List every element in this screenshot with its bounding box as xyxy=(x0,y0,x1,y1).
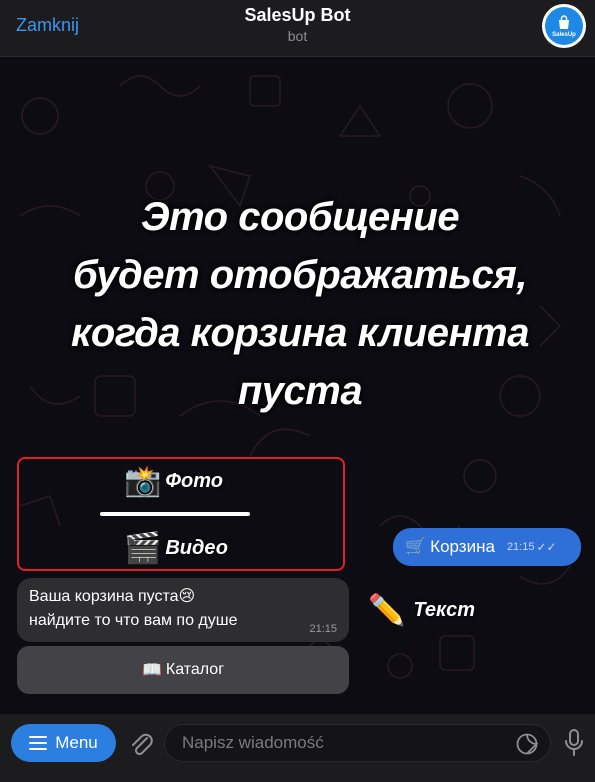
shopping-bag-icon xyxy=(559,14,569,29)
camera-flash-icon: 📸 xyxy=(124,464,162,498)
clapperboard-icon: 🎬 xyxy=(124,531,162,565)
message-time: 21:15 xyxy=(506,541,535,553)
caption-line: будет отображаться, xyxy=(73,253,527,297)
annotation-photo-label: Фото xyxy=(165,469,223,492)
avatar-logo-text: SalesUp xyxy=(552,31,576,38)
chat-header: Zamknij SalesUp Bot bot SalesUp xyxy=(0,0,595,57)
catalog-button-label: Каталог xyxy=(165,661,225,678)
paperclip-icon[interactable] xyxy=(128,728,154,758)
avatar[interactable]: SalesUp xyxy=(542,4,586,48)
catalog-button[interactable]: 📖 Каталог xyxy=(17,646,349,694)
annotation-video: 🎬 Видео xyxy=(124,528,228,568)
annotation-caption: Это сообщение будет отображаться, когда … xyxy=(60,188,540,420)
input-bar: Menu xyxy=(0,714,595,782)
message-text: найдите то что вам по душе xyxy=(29,612,238,629)
chat-title: SalesUp Bot xyxy=(244,5,351,25)
annotation-video-label: Видео xyxy=(165,536,228,559)
annotation-text: ✏️ Текст xyxy=(368,592,475,628)
avatar-logo: SalesUp xyxy=(545,7,583,45)
crying-face-icon: 😢 xyxy=(178,588,196,605)
annotation-text-label: Текст xyxy=(413,598,475,621)
chat-subtitle: bot xyxy=(287,28,308,44)
chat-title-block[interactable]: SalesUp Bot bot xyxy=(0,5,595,44)
message-line: Ваша корзина пуста😢 xyxy=(29,585,337,609)
annotation-divider xyxy=(100,512,250,516)
microphone-icon[interactable] xyxy=(564,729,584,757)
menu-button-label: Menu xyxy=(55,733,98,752)
message-text: Ваша корзина пуста xyxy=(29,588,179,605)
incoming-message[interactable]: Ваша корзина пуста😢 найдите то что вам п… xyxy=(17,578,349,642)
caption-line: когда корзина клиента xyxy=(71,311,529,355)
menu-button[interactable]: Menu xyxy=(11,724,116,762)
shopping-cart-icon: 🛒 xyxy=(405,537,427,556)
menu-lines-icon xyxy=(29,736,48,750)
message-input[interactable] xyxy=(164,724,551,762)
caption-line: Это сообщение xyxy=(140,195,460,239)
outgoing-message[interactable]: 🛒 Корзина 21:15 ✓✓ xyxy=(393,528,581,566)
annotation-photo: 📸 Фото xyxy=(124,461,223,501)
caption-line: пуста xyxy=(237,369,363,413)
message-text: Корзина xyxy=(430,537,495,556)
message-time: 21:15 xyxy=(309,623,337,635)
pencil-icon: ✏️ xyxy=(368,593,406,627)
book-icon: 📖 xyxy=(141,662,162,679)
read-checks-icon: ✓✓ xyxy=(536,540,557,554)
sticker-icon[interactable] xyxy=(516,733,538,755)
